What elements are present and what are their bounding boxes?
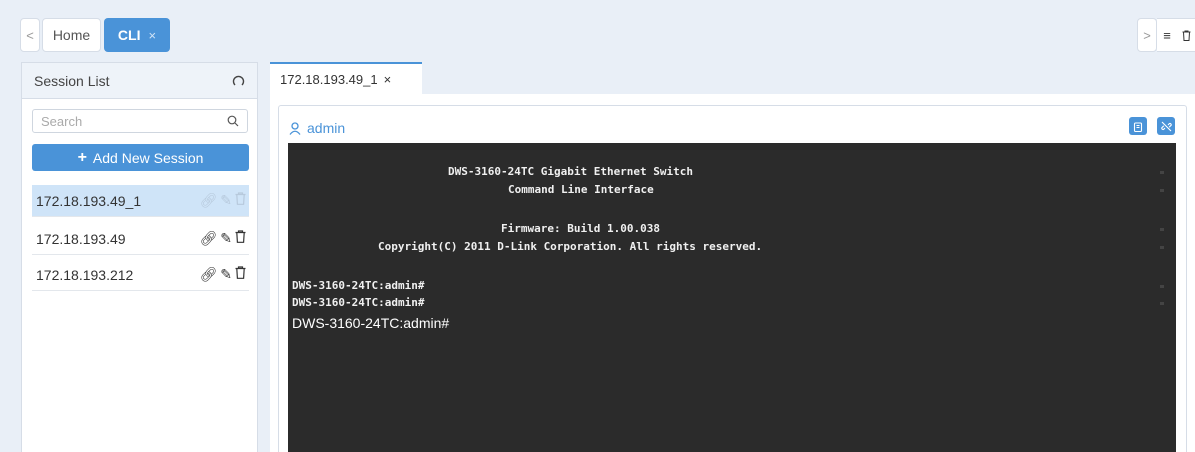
scroll-marker (1160, 302, 1164, 305)
search-input[interactable] (41, 113, 201, 129)
scroll-right-button[interactable]: > (1137, 18, 1157, 52)
delete-icon[interactable] (235, 266, 246, 283)
add-new-session-label: Add New Session (92, 149, 204, 166)
session-list-panel: Session List + Add New Session 172.18.19… (21, 62, 258, 452)
terminal-line: Command Line Interface (508, 183, 654, 196)
chevron-left-icon: < (26, 27, 34, 43)
session-item[interactable]: 172.18.193.49_1 🔗︎ ✎ (32, 185, 249, 217)
terminal-line: Copyright(C) 2011 D-Link Corporation. Al… (378, 240, 763, 253)
delete-icon[interactable] (235, 230, 246, 247)
session-item[interactable]: 172.18.193.49 🔗︎ ✎ (32, 223, 249, 255)
tab-cli-label: CLI (117, 27, 141, 43)
terminal-frame: admin DWS-3160-24TC Gigabit Ethernet Swi… (278, 105, 1187, 452)
session-actions: 🔗︎ ✎ (199, 266, 246, 283)
session-item[interactable]: 172.18.193.212 🔗︎ ✎ (32, 259, 249, 291)
edit-icon[interactable]: ✎ (220, 230, 232, 247)
session-item-name: 172.18.193.49_1 (36, 192, 142, 209)
add-new-session-button[interactable]: + Add New Session (32, 144, 249, 171)
edit-icon[interactable]: ✎ (220, 266, 232, 283)
terminal-panel: admin DWS-3160-24TC Gigabit Ethernet Swi… (270, 94, 1195, 452)
search-icon[interactable] (227, 115, 239, 127)
session-list-header: Session List (22, 63, 257, 99)
delete-icon[interactable] (235, 192, 246, 209)
tab-home-label: Home (52, 27, 91, 43)
disconnect-button[interactable] (1157, 117, 1175, 135)
terminal-line: Firmware: Build 1.00.038 (501, 222, 660, 235)
menu-icon: ≡ (1163, 27, 1171, 43)
terminal-line: DWS-3160-24TC Gigabit Ethernet Switch (448, 165, 694, 178)
scroll-marker (1160, 228, 1164, 231)
tab-cli[interactable]: CLI × (104, 18, 170, 52)
unlink-icon (1160, 121, 1172, 131)
plus-icon: + (77, 148, 87, 166)
chevron-right-icon: > (1143, 27, 1151, 43)
terminal-line: DWS-3160-24TC:admin# (292, 296, 425, 309)
session-list-title: Session List (34, 72, 110, 89)
top-tab-bar: < Home CLI × > ≡ (0, 0, 1195, 58)
user-icon (289, 121, 301, 135)
refresh-icon[interactable] (232, 74, 245, 87)
terminal-output[interactable]: DWS-3160-24TC Gigabit Ethernet Switch Co… (288, 143, 1176, 452)
link-icon[interactable]: 🔗︎ (199, 266, 217, 283)
terminal-prompt: DWS-3160-24TC:admin# (292, 315, 450, 331)
trash-icon (1182, 30, 1190, 41)
scroll-left-button[interactable]: < (20, 18, 40, 52)
close-all-tabs-button[interactable] (1177, 18, 1195, 52)
clear-terminal-button[interactable] (1129, 117, 1147, 135)
scroll-marker (1160, 246, 1164, 249)
session-tab-label: 172.18.193.49_1 (280, 71, 378, 87)
terminal-user-name: admin (307, 120, 346, 136)
session-item-name: 172.18.193.212 (36, 266, 134, 283)
edit-icon[interactable]: ✎ (220, 192, 232, 209)
terminal-line: DWS-3160-24TC:admin# (292, 279, 425, 292)
clear-icon (1133, 121, 1143, 132)
link-icon[interactable]: 🔗︎ (199, 230, 217, 247)
terminal-user: admin (289, 120, 345, 136)
tab-home[interactable]: Home (42, 18, 101, 52)
session-actions: 🔗︎ ✎ (199, 192, 246, 209)
scroll-marker (1160, 189, 1164, 192)
tab-menu-button[interactable]: ≡ (1157, 18, 1177, 52)
link-icon[interactable]: 🔗︎ (199, 192, 217, 209)
close-icon[interactable]: × (384, 72, 392, 87)
close-icon[interactable]: × (148, 28, 156, 43)
session-actions: 🔗︎ ✎ (199, 230, 246, 247)
scroll-marker (1160, 171, 1164, 174)
session-item-name: 172.18.193.49 (36, 230, 126, 247)
scroll-marker (1160, 285, 1164, 288)
session-tab[interactable]: 172.18.193.49_1 × (270, 62, 422, 94)
search-box[interactable] (32, 109, 248, 133)
